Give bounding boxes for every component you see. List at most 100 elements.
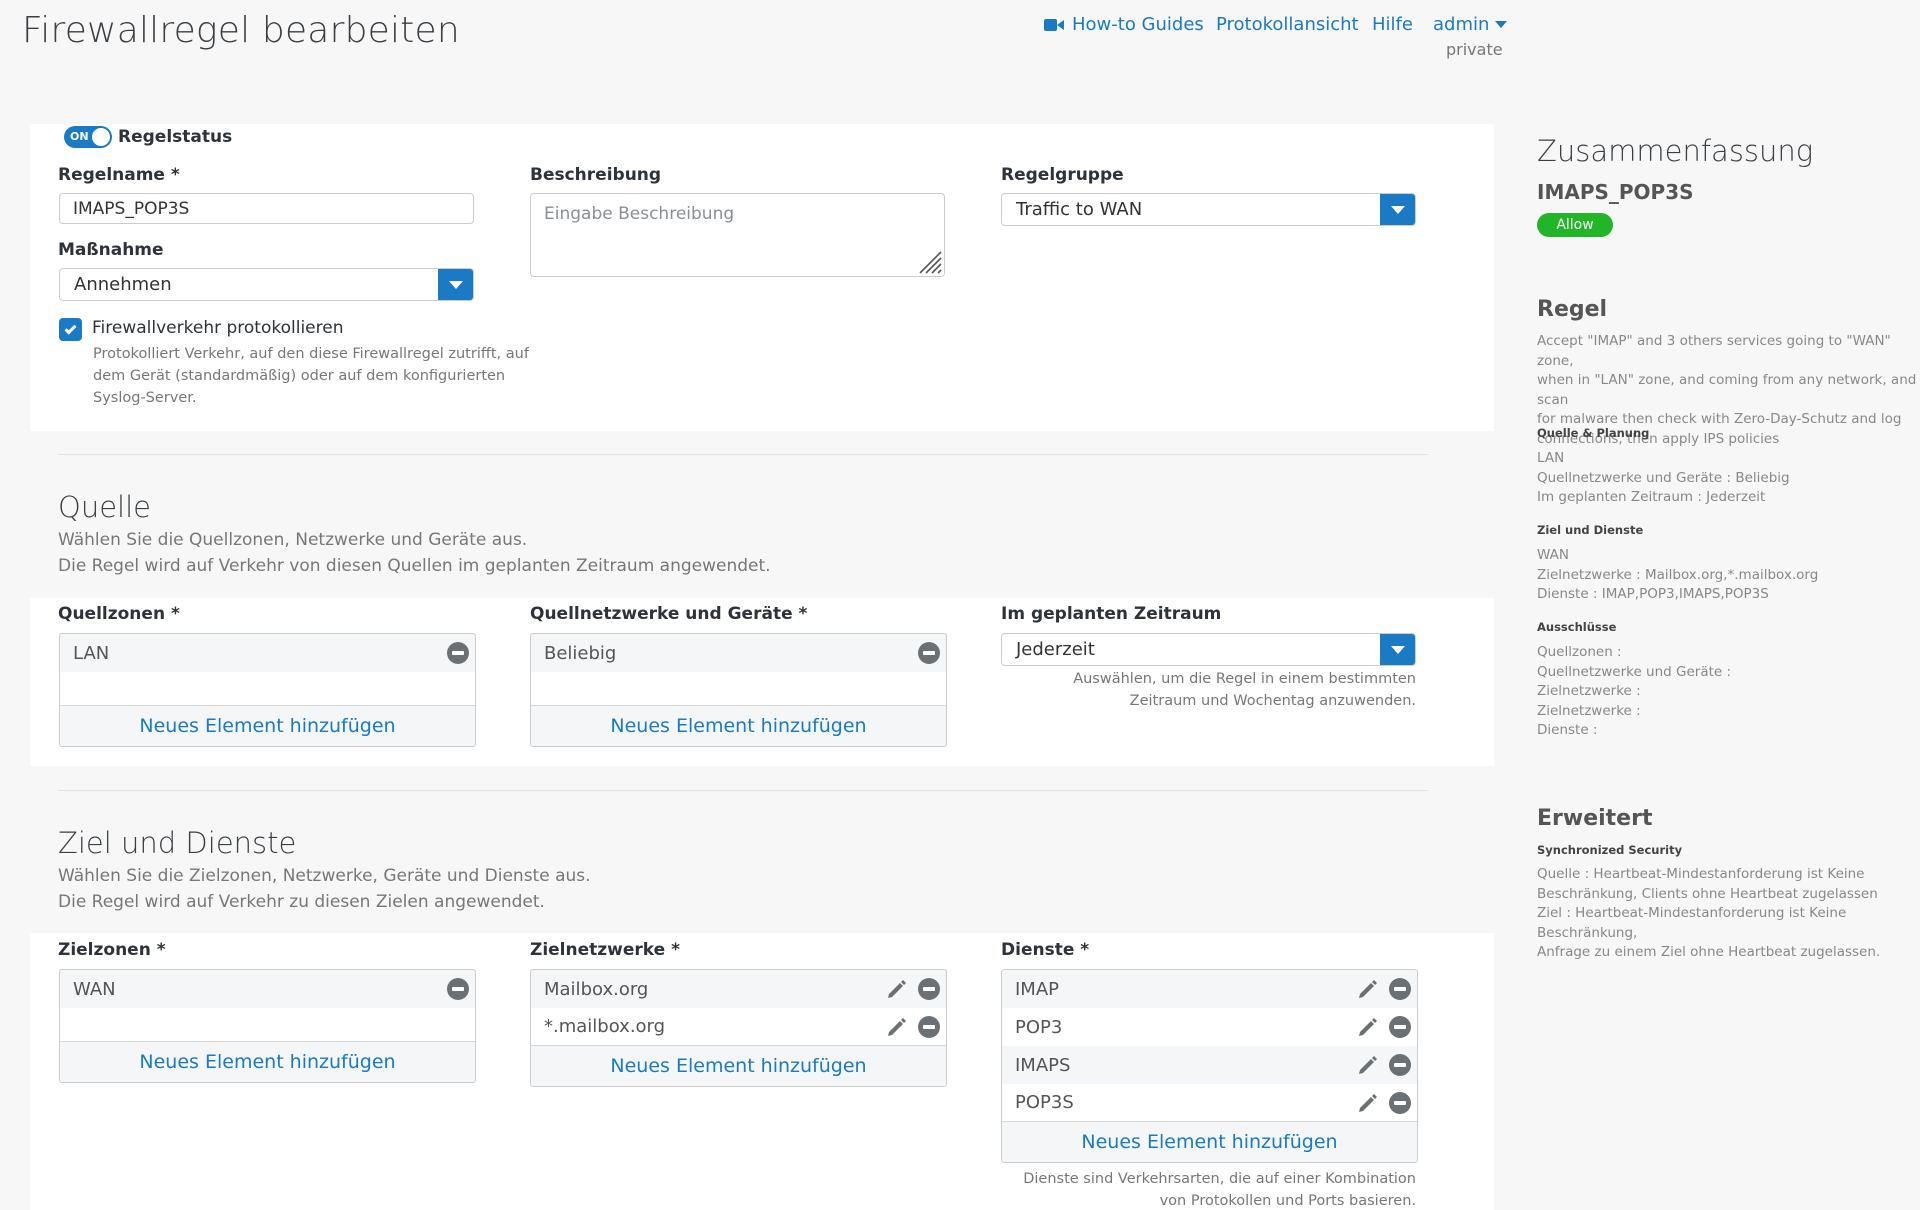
add-dest-network-button[interactable]: Neues Element hinzufügen <box>531 1046 946 1086</box>
edit-pencil-icon[interactable] <box>1357 978 1379 1000</box>
schedule-value: Jederzeit <box>1016 639 1095 660</box>
summary-sync-line: Quelle : Heartbeat-Mindestanforderung is… <box>1537 866 1865 882</box>
resize-handle-icon[interactable] <box>914 246 942 274</box>
log-traffic-checkbox[interactable] <box>59 318 82 341</box>
remove-icon[interactable] <box>918 1015 940 1038</box>
summary-dest-line: Dienste : IMAP,POP3,IMAPS,POP3S <box>1537 586 1769 602</box>
rule-name-input[interactable]: IMAPS_POP3S <box>59 193 474 224</box>
description-textarea[interactable]: Eingabe Beschreibung <box>530 193 945 277</box>
summary-dest-heading: Ziel und Dienste <box>1537 523 1644 537</box>
services-label: Dienste * <box>1001 940 1090 960</box>
summary-dest-line: Zielnetzwerke : Mailbox.org,*.mailbox.or… <box>1537 566 1819 583</box>
schedule-help-line: Zeitraum und Wochentag anzuwenden. <box>1129 693 1416 709</box>
log-help-line: Protokolliert Verkehr, auf den diese Fir… <box>93 346 529 362</box>
rule-group-label: Regelgruppe <box>1001 165 1124 185</box>
summary-exclusion-line: Quellzonen : <box>1537 644 1622 660</box>
log-help-line: Syslog-Server. <box>93 390 197 406</box>
summary-sync-line: Ziel : Heartbeat-Mindestanforderung ist … <box>1537 905 1847 941</box>
edit-pencil-icon[interactable] <box>886 1016 908 1038</box>
log-help-line: dem Gerät (standardmäßig) oder auf dem k… <box>93 368 506 384</box>
log-view-link[interactable]: Protokollansicht <box>1216 14 1359 35</box>
remove-icon[interactable] <box>918 978 940 1000</box>
action-select[interactable]: Annehmen <box>59 268 474 301</box>
summary-title: Zusammenfassung <box>1537 134 1814 168</box>
summary-rule-heading: Regel <box>1537 297 1608 322</box>
source-networks-list: Beliebig Neues Element hinzufügen <box>530 633 947 747</box>
source-desc-line: Die Regel wird auf Verkehr von diesen Qu… <box>58 556 771 576</box>
list-spacer <box>60 672 475 706</box>
remove-icon[interactable] <box>447 978 469 1000</box>
source-desc-line: Wählen Sie die Quellzonen, Netzwerke und… <box>58 530 528 550</box>
dest-zones-label: Zielzonen * <box>58 940 166 960</box>
help-link[interactable]: Hilfe <box>1372 14 1413 35</box>
add-source-zone-button[interactable]: Neues Element hinzufügen <box>60 706 475 746</box>
summary-exclusions-heading: Ausschlüsse <box>1537 620 1617 634</box>
list-item: WAN <box>60 970 475 1008</box>
list-item: Beliebig <box>531 634 946 672</box>
chevron-down-icon <box>1495 21 1508 28</box>
edit-pencil-icon[interactable] <box>1357 1016 1379 1038</box>
summary-exclusion-line: Quellnetzwerke und Geräte : <box>1537 663 1732 680</box>
remove-icon[interactable] <box>1389 1016 1411 1038</box>
rule-status-toggle[interactable]: ON <box>64 126 112 148</box>
schedule-dropdown-button[interactable] <box>1380 634 1415 665</box>
dest-desc-line: Die Regel wird auf Verkehr zu diesen Zie… <box>58 892 545 912</box>
howto-guides-label: How-to Guides <box>1072 14 1204 35</box>
rule-name-value: IMAPS_POP3S <box>73 198 190 219</box>
summary-source-text: LAN Quellnetzwerke und Geräte : Beliebig… <box>1537 449 1917 508</box>
caret-down-icon <box>1391 205 1405 214</box>
summary-dest-line: WAN <box>1537 547 1569 563</box>
list-item: IMAP <box>1002 970 1417 1008</box>
summary-source-line: LAN <box>1537 450 1565 466</box>
list-item: POP3S <box>1002 1084 1417 1122</box>
rule-group-select[interactable]: Traffic to WAN <box>1001 193 1416 226</box>
add-source-network-button[interactable]: Neues Element hinzufügen <box>531 706 946 746</box>
video-camera-icon <box>1044 18 1064 32</box>
list-item: POP3 <box>1002 1008 1417 1046</box>
remove-icon[interactable] <box>918 642 940 664</box>
add-service-button[interactable]: Neues Element hinzufügen <box>1002 1122 1417 1162</box>
dest-section-desc: Wählen Sie die Zielzonen, Netzwerke, Ger… <box>58 863 591 915</box>
remove-icon[interactable] <box>1389 1054 1411 1076</box>
remove-icon[interactable] <box>447 642 469 664</box>
summary-rule-line: when in "LAN" zone, and coming from any … <box>1537 372 1917 408</box>
list-item: IMAPS <box>1002 1046 1417 1084</box>
source-zones-list: LAN Neues Element hinzufügen <box>59 633 476 747</box>
source-section-desc: Wählen Sie die Quellzonen, Netzwerke und… <box>58 527 771 579</box>
source-section-title: Quelle <box>58 490 152 524</box>
list-spacer <box>531 672 946 706</box>
dest-desc-line: Wählen Sie die Zielzonen, Netzwerke, Ger… <box>58 866 591 886</box>
action-dropdown-button[interactable] <box>438 269 473 300</box>
summary-exclusion-line: Dienste : <box>1537 722 1598 738</box>
action-value: Annehmen <box>74 274 172 295</box>
edit-pencil-icon[interactable] <box>1357 1092 1379 1114</box>
dest-zone-value: WAN <box>73 978 116 1000</box>
edit-pencil-icon[interactable] <box>886 978 908 1000</box>
services-list: IMAP POP3 IMAPS POP3S Neues Element hinz… <box>1001 969 1418 1163</box>
dest-network-value: Mailbox.org <box>544 978 649 1000</box>
page-title: Firewallregel bearbeiten <box>22 10 460 51</box>
toggle-knob <box>92 128 110 146</box>
howto-guides-link[interactable]: How-to Guides <box>1044 14 1204 35</box>
summary-sync-line: Beschränkung, Clients ohne Heartbeat zug… <box>1537 885 1878 902</box>
edit-pencil-icon[interactable] <box>1357 1054 1379 1076</box>
caret-down-icon <box>1391 645 1405 654</box>
service-value: POP3S <box>1015 1092 1074 1113</box>
source-network-value: Beliebig <box>544 642 617 664</box>
source-zone-value: LAN <box>73 642 110 664</box>
remove-icon[interactable] <box>1389 978 1411 1000</box>
source-zones-label: Quellzonen * <box>58 604 180 624</box>
rule-group-dropdown-button[interactable] <box>1380 194 1415 225</box>
schedule-select[interactable]: Jederzeit <box>1001 633 1416 666</box>
schedule-label: Im geplanten Zeitraum <box>1001 604 1222 624</box>
summary-exclusions-text: Quellzonen : Quellnetzwerke und Geräte :… <box>1537 643 1917 741</box>
remove-icon[interactable] <box>1389 1091 1411 1114</box>
add-dest-zone-button[interactable]: Neues Element hinzufügen <box>60 1042 475 1082</box>
rule-group-value: Traffic to WAN <box>1016 199 1143 220</box>
service-value: POP3 <box>1015 1016 1063 1038</box>
admin-menu[interactable]: admin <box>1433 14 1508 35</box>
summary-source-line: Quellnetzwerke und Geräte : Beliebig <box>1537 469 1790 486</box>
divider <box>58 790 1428 791</box>
source-networks-label: Quellnetzwerke und Geräte * <box>530 604 808 624</box>
admin-label: admin <box>1433 14 1490 35</box>
